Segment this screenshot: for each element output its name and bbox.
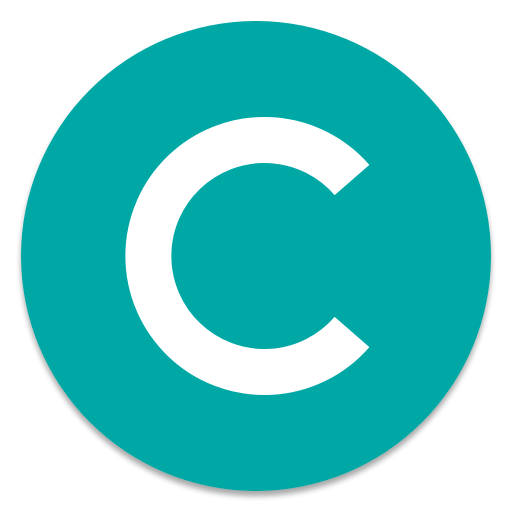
letter-c-logo-icon: [21, 21, 491, 491]
app-icon[interactable]: [0, 0, 512, 512]
icon-circle-background: [21, 21, 491, 491]
icon-canvas: [0, 0, 512, 512]
